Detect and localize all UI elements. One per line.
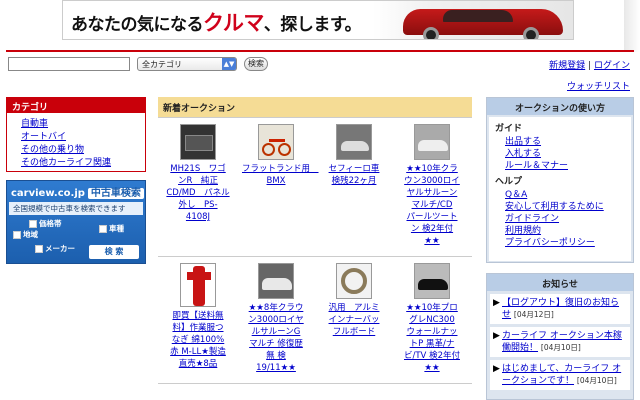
auction-item[interactable]: MH21S ワゴ ンR 純正 CD/MD パネル 外し PS- 4108J (160, 124, 236, 223)
item-title[interactable]: ★★8年クラウ ン3000ロイヤ ルサルーンG マルチ 修復歴無 検 19/11★★ (238, 302, 314, 374)
checkbox-price[interactable]: 価格帯 (29, 218, 62, 229)
news-item[interactable]: ▶ はじめまして、カーライフ オークションです！ [04月10日] (490, 360, 630, 390)
news-date: [04月10日] (576, 376, 617, 385)
auction-item[interactable]: ★★10年クラ ウン3000ロイ ヤルサルーン マルチ/CD パールツートン 検2年付 ★… (394, 124, 470, 247)
car-photo[interactable] (336, 124, 372, 160)
banner-tagline: あなたの気になるクルマ、探します。 (71, 11, 362, 35)
guide-heading: ガイド (495, 124, 523, 134)
news-date: [04月10日] (540, 343, 581, 352)
chevron-down-icon: ▲▼ (222, 58, 236, 70)
guide-link-rules[interactable]: ルール＆マナー (505, 160, 625, 172)
search-input[interactable] (8, 57, 130, 71)
help-link-safety[interactable]: 安心して利用するために (505, 201, 625, 213)
watchlist-link[interactable]: ウォッチリスト (567, 79, 630, 92)
banner-car-image (373, 1, 573, 39)
news-title: お知らせ (487, 274, 633, 291)
how-to-panel: オークションの使い方 ガイド 出品する 入札する ルール＆マナー ヘルプ Q＆A… (486, 97, 634, 263)
help-link-privacy[interactable]: プライバシーポリシー (505, 237, 625, 249)
item-title[interactable]: 汎用 アルミ インナーバッ フルボード (316, 302, 392, 338)
auction-item[interactable]: ★★8年クラウ ン3000ロイヤ ルサルーンG マルチ 修復歴無 検 19/11★★ (238, 263, 314, 374)
category-panel: カテゴリ 自動車 オートバイ その他の乗り物 その他カーライフ関連 (6, 97, 146, 172)
checkbox-maker[interactable]: メーカー (35, 243, 75, 254)
header-divider (6, 50, 634, 52)
carview-description: 全国規模で中古車を検索できます (9, 202, 143, 215)
item-title[interactable]: フラットランド用 BMX (238, 163, 319, 187)
steering-ring-photo[interactable] (336, 263, 372, 299)
auction-row: MH21S ワゴ ンR 純正 CD/MD パネル 外し PS- 4108J フラットラン… (158, 117, 472, 246)
sedan-photo[interactable] (414, 124, 450, 160)
auction-item[interactable]: 汎用 アルミ インナーバッ フルボード (316, 263, 392, 338)
auction-item[interactable]: フラットランド用 BMX (238, 124, 319, 187)
news-item[interactable]: ▶ カーライフ オークション本稼働開始！ [04月10日] (490, 327, 630, 357)
category-item-motorcycle[interactable]: オートバイ (21, 131, 145, 144)
new-auctions-title: 新着オークション (158, 97, 472, 117)
category-select-value: 全カテゴリ (142, 60, 182, 69)
login-link[interactable]: ログイン (594, 61, 630, 71)
account-links: 新規登録 | ログイン (549, 58, 630, 71)
category-item-other-vehicles[interactable]: その他の乗り物 (21, 144, 145, 157)
item-title[interactable]: MH21S ワゴ ンR 純正 CD/MD パネル 外し PS- 4108J (160, 163, 236, 223)
checkbox-region[interactable]: 地域 (13, 229, 38, 240)
news-item[interactable]: ▶ 【ログアウト】復旧のお知らせ [04月12日] (490, 294, 630, 324)
auction-row: 即買【送料無 料】作業服つ なぎ 綿100% 赤 M-LL★製造 直売★8品 ★★8年ク… (158, 256, 472, 384)
link-separator: | (588, 61, 592, 71)
checkbox-model[interactable]: 車種 (99, 223, 124, 234)
category-item-carlife[interactable]: その他カーライフ関連 (21, 157, 145, 170)
scroll-gutter (624, 0, 640, 52)
item-title[interactable]: 即買【送料無 料】作業服つ なぎ 綿100% 赤 M-LL★製造 直売★8品 (160, 310, 236, 370)
category-title: カテゴリ (7, 98, 145, 113)
news-panel: お知らせ ▶ 【ログアウト】復旧のお知らせ [04月12日] ▶ カーライフ オ… (486, 273, 634, 400)
audio-unit-photo[interactable] (180, 124, 216, 160)
bicycle-photo[interactable] (258, 124, 294, 160)
bullet-icon: ▶ (493, 298, 500, 308)
help-link-terms[interactable]: 利用規約 (505, 225, 625, 237)
category-item-car[interactable]: 自動車 (21, 118, 145, 131)
help-link-qa[interactable]: Q＆A (505, 189, 625, 201)
help-link-guideline[interactable]: ガイドライン (505, 213, 625, 225)
carview-search-button[interactable]: 検 索 (89, 245, 139, 259)
register-link[interactable]: 新規登録 (549, 61, 585, 71)
category-select[interactable]: 全カテゴリ ▲▼ (137, 57, 237, 71)
news-date: [04月12日] (513, 310, 554, 319)
auction-item[interactable]: ★★10年プロ グレNC300 ウォールナッ トP 黒革/ナ ビ/TV 検2年付 ★★ (394, 263, 470, 374)
bullet-icon: ▶ (493, 364, 500, 374)
item-title[interactable]: ★★10年クラ ウン3000ロイ ヤルサルーン マルチ/CD パールツートン 検2年付 ★… (394, 163, 470, 247)
help-heading: ヘルプ (495, 177, 523, 187)
carview-logo: carview.co.jp 中古車検索 (7, 181, 145, 202)
ad-banner[interactable]: あなたの気になるクルマ、探します。 (62, 0, 574, 40)
search-button[interactable]: 検索 (244, 57, 268, 71)
guide-link-sell[interactable]: 出品する (505, 136, 625, 148)
auction-item[interactable]: 即買【送料無 料】作業服つ なぎ 綿100% 赤 M-LL★製造 直売★8品 (160, 263, 236, 370)
work-clothes-photo[interactable] (180, 263, 216, 307)
bullet-icon: ▶ (493, 331, 500, 341)
auction-item[interactable]: セフィーロ車 検残22ヶ月 (316, 124, 392, 187)
sedan-photo[interactable] (258, 263, 294, 299)
how-to-title: オークションの使い方 (487, 98, 633, 115)
used-car-search-banner[interactable]: carview.co.jp 中古車検索 全国規模で中古車を検索できます 価格帯 車… (6, 180, 146, 264)
sedan-photo[interactable] (414, 263, 450, 299)
guide-link-bid[interactable]: 入札する (505, 148, 625, 160)
item-title[interactable]: セフィーロ車 検残22ヶ月 (316, 163, 392, 187)
item-title[interactable]: ★★10年プロ グレNC300 ウォールナッ トP 黒革/ナ ビ/TV 検2年付 ★★ (394, 302, 470, 374)
